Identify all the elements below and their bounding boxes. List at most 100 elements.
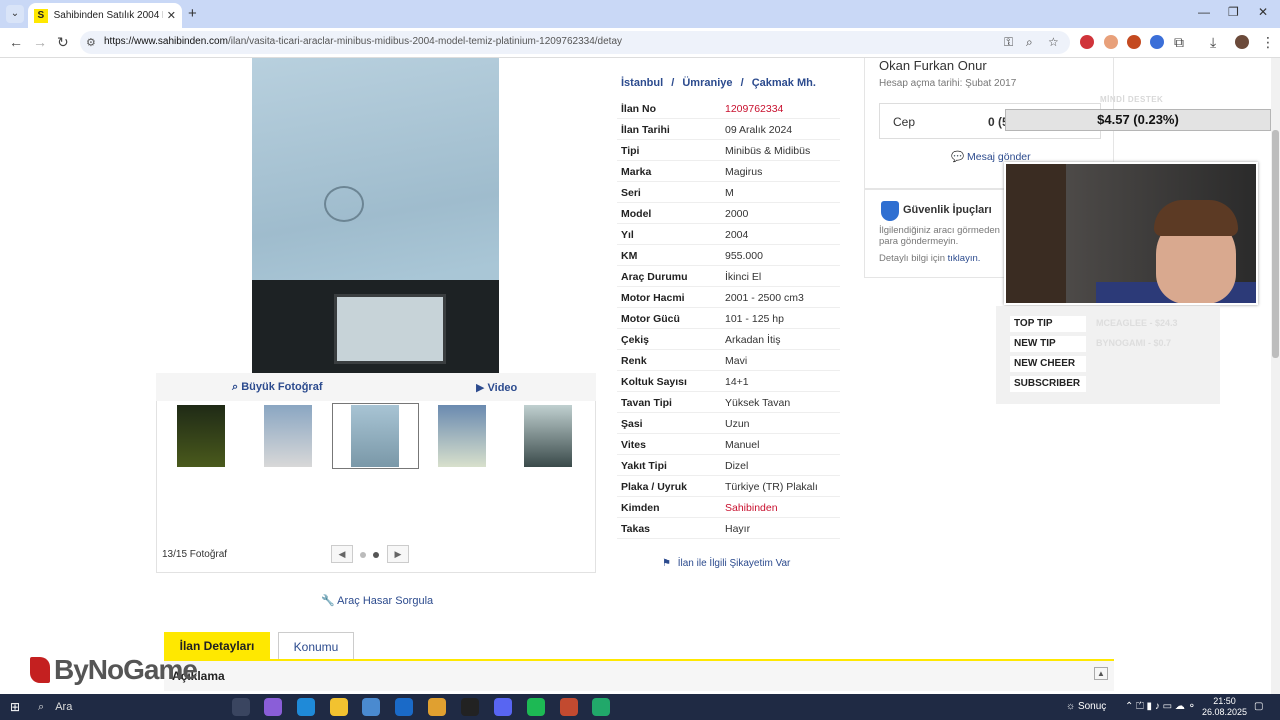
complaint-link[interactable]: ⚑ İlan ile İlgili Şikayetim Var xyxy=(662,558,790,569)
copilot-icon[interactable] xyxy=(264,698,282,716)
alert-label: TOP TIP xyxy=(1010,316,1086,332)
spotify-icon[interactable] xyxy=(527,698,545,716)
bynogame-logo-icon xyxy=(30,657,50,683)
details-row: Tavan Tipi Yüksek Tavan xyxy=(617,392,840,413)
seller-name[interactable]: Okan Furkan Onur xyxy=(879,58,987,73)
thumbnail-2[interactable] xyxy=(264,405,312,467)
details-label: İlan No xyxy=(621,103,657,115)
file-explorer-icon[interactable] xyxy=(330,698,348,716)
details-row: Motor Gücü 101 - 125 hp xyxy=(617,308,840,329)
details-label: Renk xyxy=(621,355,647,367)
reload-icon[interactable]: ↻ xyxy=(57,34,69,51)
edge-icon[interactable] xyxy=(297,698,315,716)
damage-query-link[interactable]: 🔧 Araç Hasar Sorgula xyxy=(321,594,433,607)
store-icon[interactable] xyxy=(362,698,380,716)
chrome-active-icon[interactable] xyxy=(560,698,578,716)
address-bar[interactable]: ⚙ https://www.sahibinden.com/ilan/vasita… xyxy=(80,31,1070,54)
windows-start-icon[interactable]: ⊞ xyxy=(10,700,20,714)
details-row: Motor Hacmi 2001 - 2500 cm3 xyxy=(617,287,840,308)
profile-avatar[interactable] xyxy=(1235,35,1249,49)
thumbnail-5[interactable] xyxy=(524,405,572,467)
details-value: Manuel xyxy=(725,439,760,451)
alert-value: BYNOGAMI - $0.7 xyxy=(1096,338,1172,348)
tab-location[interactable]: Konumu xyxy=(278,632,354,660)
page-dot-2[interactable] xyxy=(373,552,379,558)
description-header[interactable]: Açıklama ▲ xyxy=(164,661,1114,691)
page-dot-1[interactable] xyxy=(360,552,366,558)
browser-menu-icon[interactable]: ⋮ xyxy=(1261,34,1275,51)
download-icon[interactable]: ⤓ xyxy=(1210,34,1216,51)
details-row: Takas Hayır xyxy=(617,518,840,539)
thumbnail-1[interactable] xyxy=(177,405,225,467)
breadcrumb-neighborhood[interactable]: Çakmak Mh. xyxy=(752,77,816,89)
thumbnail-3[interactable] xyxy=(351,405,399,467)
new-tab-button[interactable]: + xyxy=(188,5,197,22)
discord-icon[interactable] xyxy=(494,698,512,716)
breadcrumb-city[interactable]: İstanbul xyxy=(621,77,663,89)
next-page-button[interactable]: ▶ xyxy=(387,545,409,563)
close-window-icon[interactable]: ✕ xyxy=(1258,5,1268,19)
sahibinden-favicon-icon: S xyxy=(34,8,48,23)
large-photo-button[interactable]: ⌕ Büyük Fotoğraf xyxy=(232,381,323,394)
details-value: 09 Aralık 2024 xyxy=(725,124,793,136)
details-row: Yakıt Tipi Dizel xyxy=(617,455,840,476)
webcam-overlay xyxy=(1004,162,1258,305)
shield-icon xyxy=(881,201,899,221)
outlook-icon[interactable] xyxy=(395,698,413,716)
details-label: Araç Durumu xyxy=(621,271,688,283)
donation-goal-bar: $4.57 (0.23%) xyxy=(1005,109,1271,131)
details-label: Motor Gücü xyxy=(621,313,680,325)
zoom-icon[interactable]: ⌕ xyxy=(1026,35,1033,50)
details-label: Model xyxy=(621,208,652,220)
back-icon[interactable]: ← xyxy=(9,34,23,50)
extension-fox-icon[interactable] xyxy=(1127,35,1141,49)
details-value: 2000 xyxy=(725,208,749,220)
photo-toolbar: ⌕ Büyük Fotoğraf ▶ Video xyxy=(156,373,596,401)
url-text[interactable]: https://www.sahibinden.com/ilan/vasita-t… xyxy=(104,36,622,47)
details-value: Dizel xyxy=(725,460,749,472)
extension-adblock-icon[interactable] xyxy=(1080,35,1094,49)
safety-tips-link[interactable]: tıklayın. xyxy=(948,253,981,264)
video-button[interactable]: ▶ Video xyxy=(476,381,517,394)
details-value: Hayır xyxy=(725,523,751,535)
details-value: 1209762334 xyxy=(725,103,784,115)
notification-icon[interactable]: ▢ xyxy=(1254,701,1263,712)
bookmark-star-icon[interactable]: ☆ xyxy=(1048,35,1059,49)
restore-icon[interactable]: ❐ xyxy=(1228,5,1239,19)
taskbar-search[interactable]: ⌕ Ara xyxy=(38,698,218,716)
scroll-thumb[interactable] xyxy=(1272,130,1279,358)
site-info-icon[interactable]: ⚙ xyxy=(86,36,96,49)
extensions-puzzle-icon[interactable]: ⧉ xyxy=(1174,34,1184,51)
extension-sound-icon[interactable] xyxy=(1150,35,1164,49)
task-view-icon[interactable] xyxy=(232,698,250,716)
details-row: Şasi Uzun xyxy=(617,413,840,434)
details-label: İlan Tarihi xyxy=(621,124,670,136)
details-value: Magirus xyxy=(725,166,763,178)
tray-icons[interactable]: ⌃ ⏍ ▮ ♪ ▭ ☁ ⚬ xyxy=(1125,701,1196,712)
tab-close-icon[interactable]: ✕ xyxy=(167,9,176,22)
minimize-icon[interactable]: — xyxy=(1198,5,1210,19)
system-clock[interactable]: 21:50 26.08.2025 xyxy=(1202,696,1247,718)
thumbnail-4[interactable] xyxy=(438,405,486,467)
listing-details-table: İlan No 1209762334 İlan Tarihi 09 Aralık 20… xyxy=(617,98,840,539)
alert-label: NEW CHEER xyxy=(1010,356,1086,372)
webcam-background xyxy=(1006,164,1066,303)
main-photo[interactable] xyxy=(252,58,499,373)
app-green-icon[interactable] xyxy=(592,698,610,716)
stream-watermark: ByNoGame xyxy=(30,654,198,686)
breadcrumb-district[interactable]: Ümraniye xyxy=(682,77,732,89)
chrome-icon[interactable] xyxy=(428,698,446,716)
page-scrollbar[interactable] xyxy=(1271,58,1280,694)
collapse-icon[interactable]: ▲ xyxy=(1094,667,1108,680)
epic-games-icon[interactable] xyxy=(461,698,479,716)
details-value: 2001 - 2500 cm3 xyxy=(725,292,804,304)
browser-tab[interactable]: S Sahibinden Satılık 2004 Model Temiz Pl… xyxy=(28,3,182,28)
password-key-icon[interactable]: ⚿ xyxy=(1004,35,1013,50)
extension-hand-icon[interactable] xyxy=(1104,35,1118,49)
details-value: Yüksek Tavan xyxy=(725,397,791,409)
forward-icon[interactable]: → xyxy=(33,34,47,50)
prev-page-button[interactable]: ◀ xyxy=(331,545,353,563)
details-row: Araç Durumu İkinci El xyxy=(617,266,840,287)
tab-search-icon[interactable]: ⌄ xyxy=(6,5,24,23)
weather-widget[interactable]: ☼ Sonuç xyxy=(1066,701,1106,712)
